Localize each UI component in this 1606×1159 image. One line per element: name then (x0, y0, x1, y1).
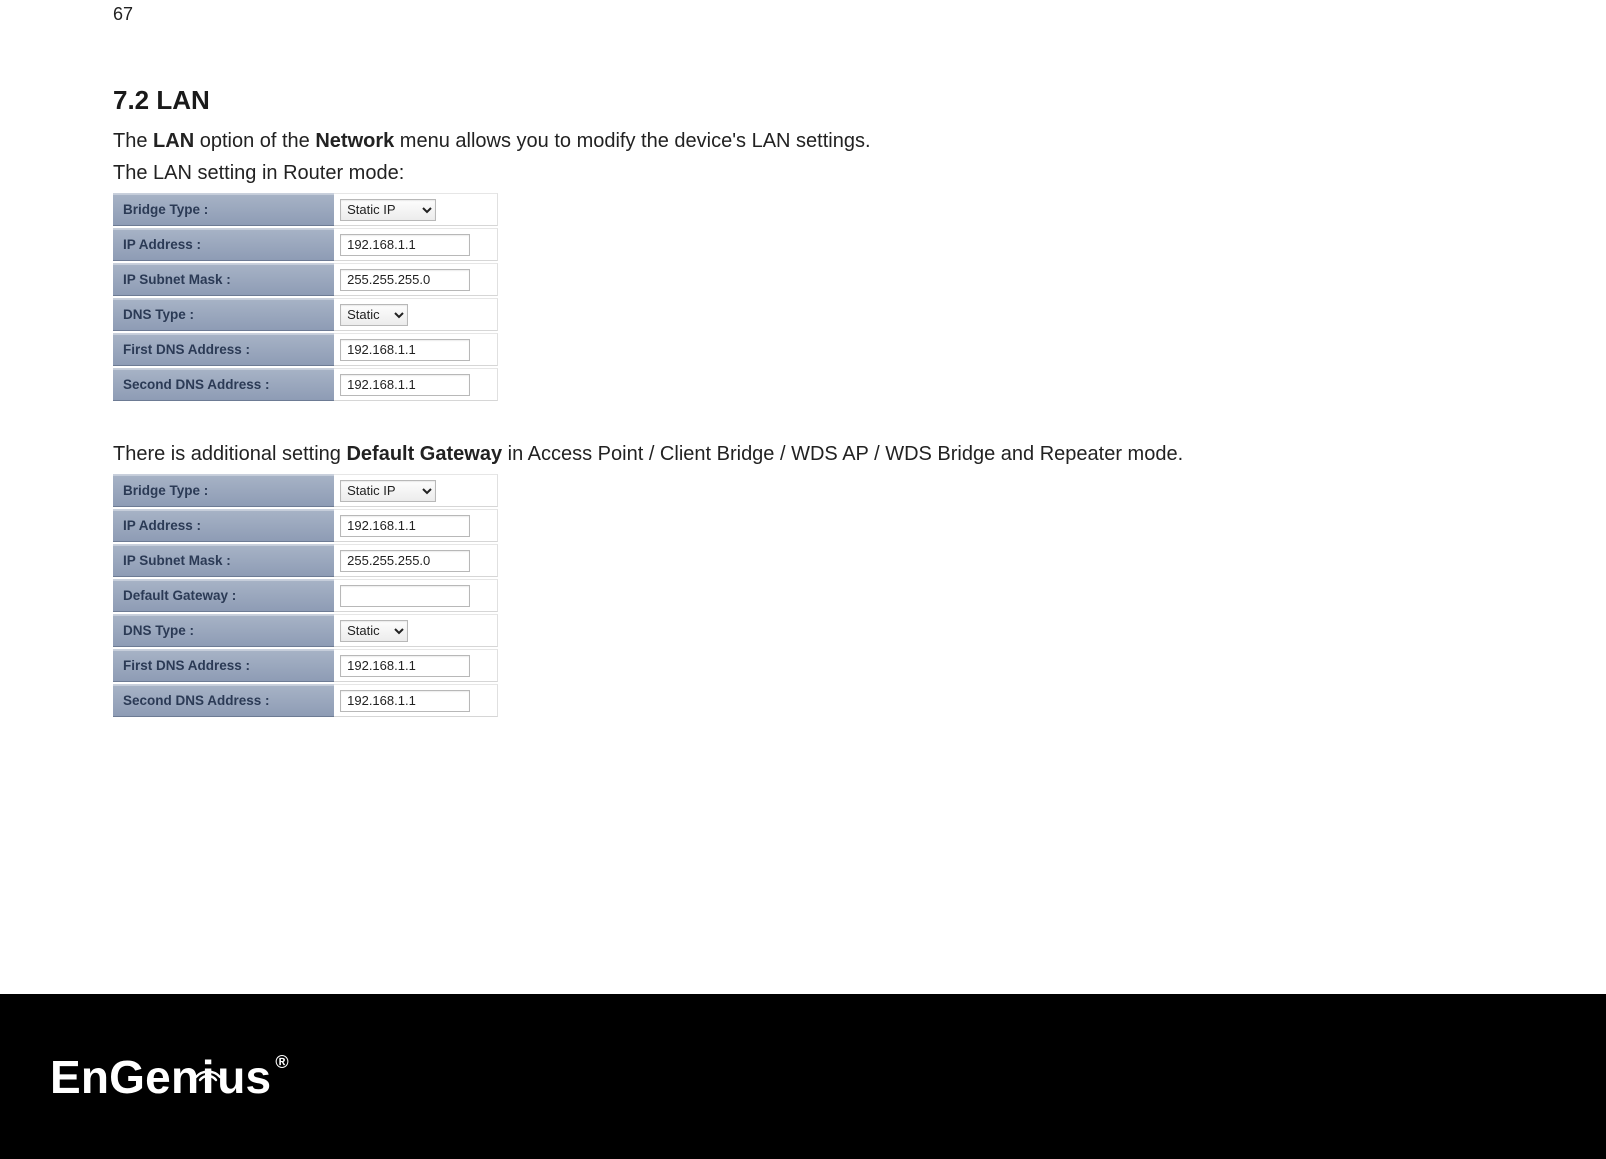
wifi-icon (194, 1040, 222, 1094)
field-cell (334, 368, 498, 401)
subheading-1: The LAN setting in Router mode: (113, 162, 1606, 185)
intro-b1: LAN (153, 130, 194, 152)
field-label-default-gateway: Default Gateway : (113, 579, 334, 612)
dns-type-select[interactable]: Static (340, 620, 408, 642)
table-row: DNS Type : Static (113, 298, 498, 331)
second-dns-input[interactable] (340, 690, 470, 712)
field-label-bridge-type: Bridge Type : (113, 193, 334, 226)
ip-address-input[interactable] (340, 515, 470, 537)
table-row: IP Address : (113, 228, 498, 261)
table-row: Second DNS Address : (113, 684, 498, 717)
first-dns-input[interactable] (340, 339, 470, 361)
table-row: DNS Type : Static (113, 614, 498, 647)
logo-i-with-wifi: i (199, 1050, 217, 1104)
table-row: Default Gateway : (113, 579, 498, 612)
field-cell: Static (334, 614, 498, 647)
table-row: Bridge Type : Static IP (113, 193, 498, 226)
engenius-logo: EnGen i us ® (50, 1050, 289, 1104)
document-page: 67 7.2 LAN The LAN option of the Network… (0, 0, 1606, 1159)
logo-pre: EnGen (50, 1050, 199, 1104)
field-cell (334, 333, 498, 366)
field-cell (334, 263, 498, 296)
table-row: IP Address : (113, 509, 498, 542)
field-label-ip-address: IP Address : (113, 509, 334, 542)
table-row: First DNS Address : (113, 649, 498, 682)
field-cell (334, 544, 498, 577)
table-row: IP Subnet Mask : (113, 263, 498, 296)
field-label-ip-address: IP Address : (113, 228, 334, 261)
field-label-second-dns: Second DNS Address : (113, 368, 334, 401)
field-cell (334, 579, 498, 612)
footer-bar: EnGen i us ® (0, 994, 1606, 1159)
table-row: Bridge Type : Static IP (113, 474, 498, 507)
field-cell (334, 649, 498, 682)
subnet-mask-input[interactable] (340, 550, 470, 572)
table-row: Second DNS Address : (113, 368, 498, 401)
field-label-subnet-mask: IP Subnet Mask : (113, 544, 334, 577)
field-cell: Static IP (334, 193, 498, 226)
field-label-dns-type: DNS Type : (113, 298, 334, 331)
field-label-second-dns: Second DNS Address : (113, 684, 334, 717)
ip-address-input[interactable] (340, 234, 470, 256)
field-cell (334, 684, 498, 717)
intro-post: menu allows you to modify the device's L… (394, 130, 870, 152)
field-cell (334, 509, 498, 542)
midtext-pre: There is additional setting (113, 443, 346, 465)
field-label-first-dns: First DNS Address : (113, 333, 334, 366)
dns-type-select[interactable]: Static (340, 304, 408, 326)
midtext-post: in Access Point / Client Bridge / WDS AP… (502, 443, 1183, 465)
field-cell: Static (334, 298, 498, 331)
section-heading: 7.2 LAN (113, 85, 1606, 116)
default-gateway-input[interactable] (340, 585, 470, 607)
table-row: First DNS Address : (113, 333, 498, 366)
field-cell (334, 228, 498, 261)
bridge-type-select[interactable]: Static IP (340, 480, 436, 502)
field-cell: Static IP (334, 474, 498, 507)
logo-post: us (217, 1050, 271, 1104)
lan-settings-table-ap: Bridge Type : Static IP IP Address : IP … (113, 472, 498, 719)
midtext-paragraph: There is additional setting Default Gate… (113, 443, 1606, 466)
second-dns-input[interactable] (340, 374, 470, 396)
bridge-type-select[interactable]: Static IP (340, 199, 436, 221)
field-label-subnet-mask: IP Subnet Mask : (113, 263, 334, 296)
midtext-bold: Default Gateway (346, 443, 502, 465)
field-label-first-dns: First DNS Address : (113, 649, 334, 682)
subnet-mask-input[interactable] (340, 269, 470, 291)
intro-pre: The (113, 130, 153, 152)
registered-icon: ® (275, 1052, 288, 1073)
page-number: 67 (113, 0, 1606, 25)
field-label-dns-type: DNS Type : (113, 614, 334, 647)
table-row: IP Subnet Mask : (113, 544, 498, 577)
field-label-bridge-type: Bridge Type : (113, 474, 334, 507)
intro-paragraph: The LAN option of the Network menu allow… (113, 126, 1606, 156)
intro-b2: Network (315, 130, 394, 152)
logo-text: EnGen i us ® (50, 1050, 289, 1104)
first-dns-input[interactable] (340, 655, 470, 677)
intro-mid: option of the (194, 130, 315, 152)
lan-settings-table-router: Bridge Type : Static IP IP Address : IP … (113, 191, 498, 403)
content-area: 67 7.2 LAN The LAN option of the Network… (0, 0, 1606, 719)
